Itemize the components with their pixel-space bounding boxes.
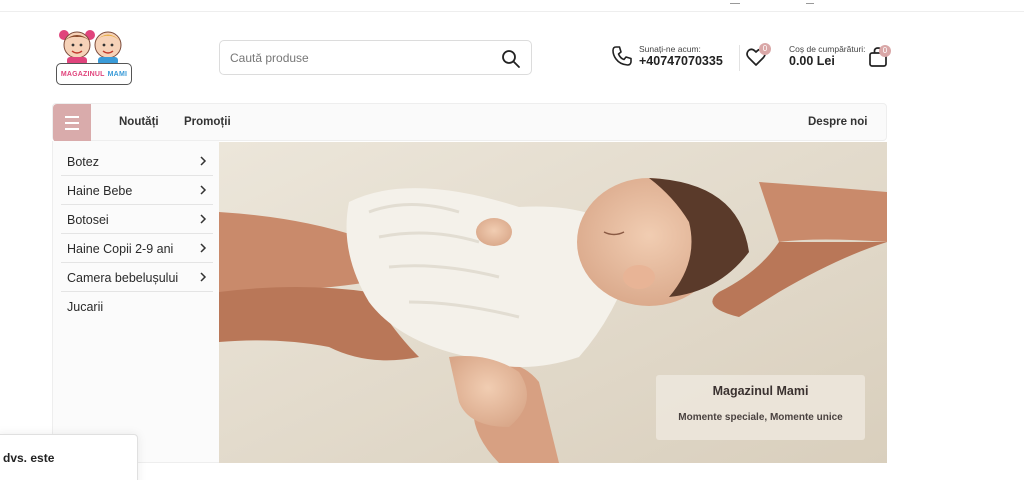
- category-label: Botosei: [67, 213, 109, 227]
- category-sidebar: Botez Haine Bebe Botosei Haine Copii 2-9…: [52, 141, 219, 463]
- logo-word-2: MAMI: [107, 70, 128, 78]
- chevron-right-icon: [200, 156, 207, 166]
- call-label: Sunați-ne acum:: [639, 44, 701, 54]
- hamburger-icon[interactable]: [53, 104, 91, 142]
- cookie-notice: dvs. este: [0, 434, 138, 480]
- phone-icon[interactable]: [611, 45, 633, 67]
- cart-count-badge: 0: [879, 45, 891, 57]
- nav-link-promotii[interactable]: Promoții: [184, 116, 231, 128]
- search-bar: [219, 40, 532, 75]
- category-label: Haine Bebe: [67, 184, 133, 198]
- category-item-botosei[interactable]: Botosei: [61, 205, 213, 234]
- category-label: Botez: [67, 155, 99, 169]
- nav-link-noutati[interactable]: Noutăți: [119, 116, 159, 128]
- category-label: Haine Copii 2-9 ani: [67, 242, 174, 256]
- hero-banner[interactable]: Magazinul Mami Momente speciale, Momente…: [219, 142, 887, 463]
- cookie-notice-text: dvs. este: [3, 451, 55, 465]
- category-label: Jucarii: [67, 300, 104, 314]
- nav-link-despre-noi[interactable]: Despre noi: [808, 116, 867, 128]
- chevron-right-icon: [200, 214, 207, 224]
- category-item-camera-bebelusului[interactable]: Camera bebelușului: [61, 263, 213, 292]
- chevron-right-icon: [200, 185, 207, 195]
- chevron-right-icon: [200, 243, 207, 253]
- hero-caption: Magazinul Mami Momente speciale, Momente…: [656, 375, 865, 440]
- logo-word-1: MAGAZINUL: [60, 70, 105, 78]
- kids-logo-icon: [59, 30, 122, 65]
- cart-label: Coș de cumpărături:: [789, 44, 866, 54]
- category-item-botez[interactable]: Botez: [61, 147, 213, 176]
- wishlist-count-badge: 0: [759, 43, 771, 55]
- chevron-right-icon: [200, 272, 207, 282]
- category-item-haine-bebe[interactable]: Haine Bebe: [61, 176, 213, 205]
- logo-badge: MAGAZINUL MAMI: [56, 63, 132, 85]
- category-item-jucarii[interactable]: Jucarii: [61, 292, 213, 321]
- header-divider: [739, 45, 740, 71]
- hero-title: Magazinul Mami: [712, 384, 809, 398]
- search-input[interactable]: [230, 49, 490, 67]
- top-bar: [0, 0, 1024, 12]
- hero-subtitle: Momente speciale, Momente unice: [678, 412, 843, 423]
- main-nav: Noutăți Promoții Despre noi: [52, 103, 887, 142]
- site-logo[interactable]: MAGAZINUL MAMI: [54, 27, 134, 87]
- category-label: Camera bebelușului: [67, 271, 179, 285]
- category-item-haine-copii[interactable]: Haine Copii 2-9 ani: [61, 234, 213, 263]
- top-bar-fragment: [806, 0, 814, 4]
- top-bar-fragment: [730, 0, 740, 4]
- phone-number-link[interactable]: +40747070335: [639, 54, 723, 68]
- cart-total[interactable]: 0.00 Lei: [789, 54, 835, 68]
- search-icon[interactable]: [501, 49, 521, 69]
